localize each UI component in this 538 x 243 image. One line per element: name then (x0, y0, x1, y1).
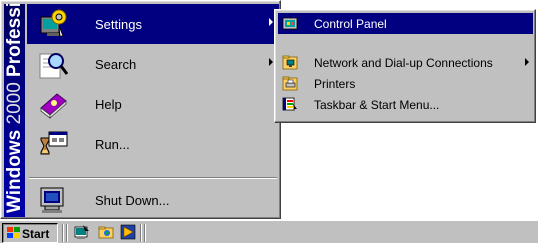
banner-version: 2000 (4, 82, 25, 125)
taskbar-separator (140, 224, 142, 242)
show-desktop-icon[interactable] (74, 224, 90, 240)
submenu-item-label: Printers (314, 77, 356, 91)
menu-item-label: Shut Down... (95, 193, 170, 208)
banner-windows: Windows (4, 129, 25, 213)
search-icon (39, 53, 69, 79)
submenu-arrow-icon (525, 58, 529, 66)
submenu-item-label: Taskbar & Start Menu... (314, 98, 440, 112)
taskbar-grip[interactable] (144, 224, 146, 242)
control-panel-icon (282, 17, 298, 30)
quick-launch-grip[interactable] (66, 224, 68, 242)
start-menu-banner: Windows 2000 Professional (4, 4, 25, 217)
submenu-item-printers[interactable]: Printers (278, 73, 533, 94)
network-icon (282, 55, 298, 70)
banner-text: Windows 2000 Professional (4, 4, 25, 213)
menu-item-run[interactable]: Run... (27, 124, 279, 164)
submenu-arrow-icon (269, 58, 273, 66)
printers-icon (282, 76, 298, 91)
shut-down-icon (40, 187, 64, 213)
start-menu: Windows 2000 Professional Settings Searc… (0, 0, 281, 219)
banner-edition: Professional (4, 4, 25, 77)
submenu-item-network[interactable]: Network and Dial-up Connections (278, 52, 533, 73)
help-icon (40, 93, 67, 119)
menu-item-shut-down[interactable]: Shut Down... (27, 180, 279, 220)
start-label: Start (22, 227, 50, 241)
menu-separator (29, 177, 277, 179)
run-icon (40, 131, 68, 155)
submenu-item-label: Network and Dial-up Connections (314, 56, 493, 70)
menu-item-label: Run... (95, 137, 130, 152)
windows-logo-icon (7, 227, 20, 238)
settings-submenu: Control Panel Network and Dial-up Connec… (274, 9, 536, 123)
menu-item-search[interactable]: Search (27, 44, 279, 84)
menu-item-label: Search (95, 57, 137, 72)
submenu-item-label: Control Panel (314, 17, 387, 31)
submenu-arrow-icon (269, 18, 273, 26)
media-player-icon[interactable] (120, 224, 136, 240)
menu-item-label: Help (95, 97, 122, 112)
submenu-item-taskbar-start-menu[interactable]: Taskbar & Start Menu... (278, 94, 533, 115)
start-button[interactable]: Start (2, 223, 58, 243)
menu-item-settings[interactable]: Settings (27, 4, 279, 44)
submenu-item-control-panel[interactable]: Control Panel (278, 13, 533, 34)
taskbar: Start (0, 220, 538, 243)
menu-item-label: Settings (95, 17, 142, 32)
explorer-icon[interactable] (98, 224, 114, 240)
taskbar-separator (62, 224, 64, 242)
menu-item-help[interactable]: Help (27, 84, 279, 124)
settings-icon (40, 9, 67, 37)
taskbar-icon (282, 97, 297, 112)
